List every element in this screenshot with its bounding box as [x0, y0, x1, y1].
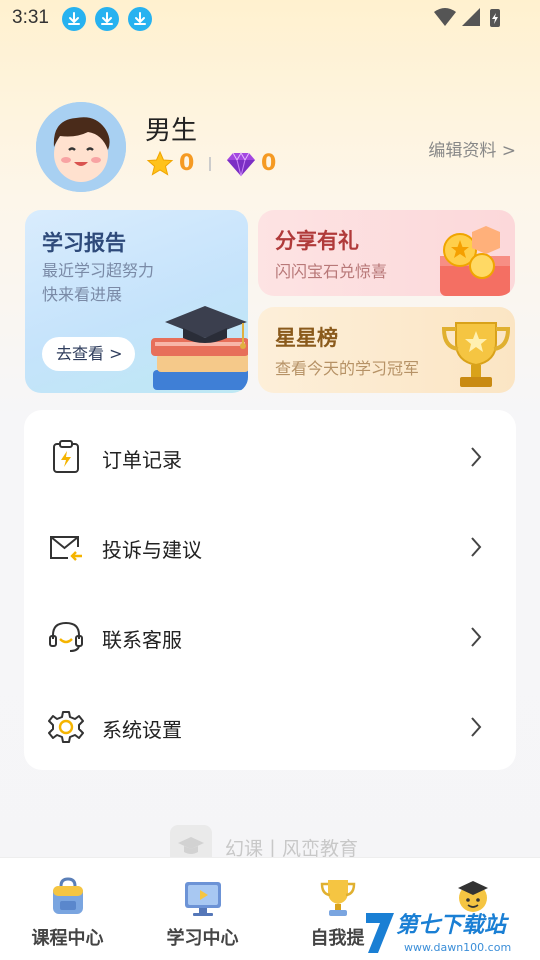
- download-icon: [95, 7, 119, 31]
- username: 男生: [145, 116, 198, 146]
- gem-count: 0: [261, 151, 277, 176]
- headset-icon: [49, 621, 83, 652]
- nav-study-center[interactable]: 学习中心: [135, 858, 270, 960]
- download-icon: [62, 7, 86, 31]
- status-bar: 3:31: [0, 0, 540, 40]
- trophy-icon: [320, 880, 356, 916]
- menu-label: 系统设置: [102, 718, 182, 742]
- nav-course-center[interactable]: 课程中心: [0, 858, 135, 960]
- mail-feedback-icon: [50, 536, 82, 561]
- avatar[interactable]: [36, 102, 126, 192]
- view-report-button[interactable]: 去查看 >: [42, 337, 135, 371]
- menu-item-feedback[interactable]: 投诉与建议: [24, 502, 516, 592]
- study-report-card[interactable]: 学习报告 最近学习超努力 快来看进展 去查看 >: [25, 210, 248, 393]
- download-icon: [128, 7, 152, 31]
- study-report-title: 学习报告: [42, 231, 126, 255]
- settings-menu: 订单记录 投诉与建议 联系客服 系统设置: [24, 410, 516, 770]
- chevron-right-icon: [471, 627, 482, 647]
- menu-label: 联系客服: [102, 628, 182, 652]
- backpack-icon: [53, 877, 83, 914]
- star-ranking-title: 星星榜: [275, 326, 338, 350]
- divider: [209, 157, 211, 171]
- gift-coins-icon: [440, 226, 510, 296]
- chevron-right-icon: [471, 717, 482, 737]
- watermark-url: www.dawn100.com: [404, 941, 512, 954]
- trophy-icon: [441, 322, 511, 387]
- menu-item-customer-service[interactable]: 联系客服: [24, 592, 516, 682]
- share-gift-card[interactable]: 分享有礼 闪闪宝石兑惊喜: [258, 210, 515, 296]
- star-ranking-subtitle: 查看今天的学习冠军: [275, 359, 420, 378]
- menu-item-order-record[interactable]: 订单记录: [24, 412, 516, 502]
- gem-icon: [227, 151, 255, 177]
- menu-label: 投诉与建议: [102, 538, 202, 562]
- status-time: 3:31: [12, 7, 49, 28]
- menu-item-system-settings[interactable]: 系统设置: [24, 682, 516, 772]
- study-report-line1: 最近学习超努力: [42, 261, 155, 280]
- star-count: 0: [179, 151, 195, 176]
- watermark: 第七下载站 www.dawn100.com: [360, 905, 540, 960]
- star-ranking-card[interactable]: 星星榜 查看今天的学习冠军: [258, 307, 515, 393]
- gear-icon: [48, 711, 84, 743]
- edit-profile-link[interactable]: 编辑资料 >: [428, 136, 516, 161]
- monitor-icon: [185, 882, 221, 916]
- study-report-line2: 快来看进展: [42, 285, 123, 304]
- chevron-right-icon: [471, 447, 482, 467]
- menu-label: 订单记录: [102, 448, 182, 472]
- chevron-right-icon: [471, 537, 482, 557]
- share-gift-title: 分享有礼: [275, 229, 359, 253]
- signal-battery-icons: [434, 8, 500, 27]
- watermark-text: 第七下载站: [396, 913, 507, 938]
- nav-label: 课程中心: [31, 928, 104, 949]
- nav-label: 学习中心: [166, 928, 239, 949]
- order-record-icon: [53, 440, 79, 473]
- books-graduation-cap-icon: [151, 306, 248, 390]
- watermark-logo-icon: [366, 913, 394, 953]
- share-gift-subtitle: 闪闪宝石兑惊喜: [275, 262, 388, 281]
- star-icon: [146, 150, 174, 176]
